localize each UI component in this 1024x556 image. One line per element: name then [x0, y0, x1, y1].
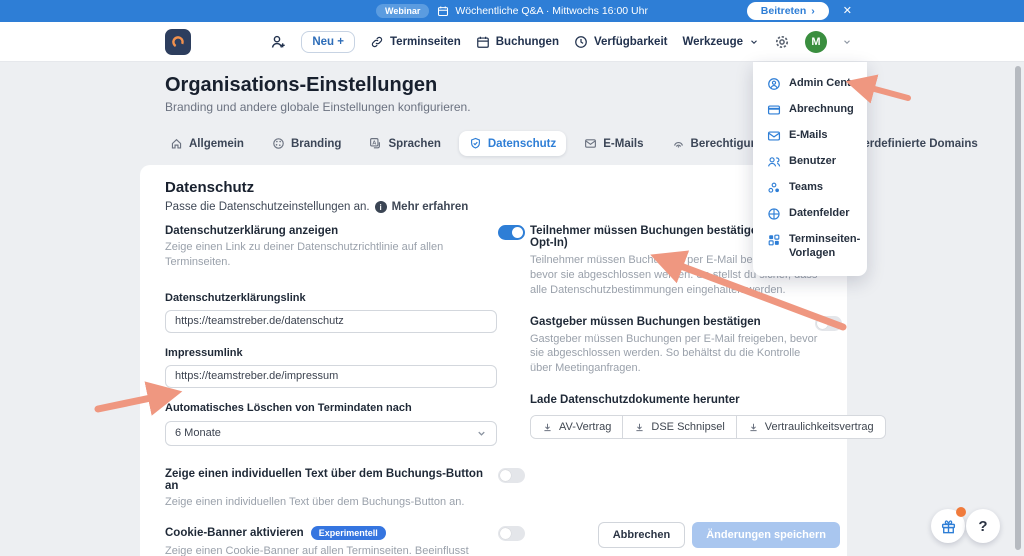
gift-icon [941, 519, 955, 533]
admin-icon [768, 78, 780, 90]
privacy-toggle[interactable] [498, 225, 525, 240]
save-changes-button[interactable]: Änderungen speichern [692, 522, 840, 548]
download-av-vertrag-button[interactable]: AV-Vertrag [531, 416, 624, 439]
link-icon [371, 36, 383, 48]
auto-delete-select[interactable]: 6 Monate [165, 420, 497, 446]
menu-item-admin-center[interactable]: Admin Center [753, 71, 867, 97]
webinar-title-text: Wöchentliche Q&A · Mittwochs 16:00 Uhr [455, 5, 648, 17]
tab-datenschutz[interactable]: Datenschutz [458, 131, 567, 156]
help-button[interactable]: ? [966, 509, 1000, 543]
credit-card-icon [767, 105, 781, 115]
calendar-icon [476, 36, 489, 48]
tab-sprachen[interactable]: A Sprachen [359, 131, 450, 156]
join-webinar-button[interactable]: Beitreten › [746, 2, 829, 20]
menu-item-benutzer[interactable]: Benutzer [753, 149, 867, 175]
section-title: Datenschutz [165, 179, 255, 196]
whats-new-button[interactable] [931, 507, 966, 543]
close-banner-icon[interactable]: ✕ [843, 2, 852, 20]
main-nav: Neu + Terminseiten Buchungen Verfügbarke… [0, 22, 1024, 62]
avatar[interactable]: M [805, 31, 827, 53]
download-icon [636, 423, 643, 431]
page-subtitle: Branding und andere globale Einstellunge… [165, 100, 471, 114]
chevron-down-icon [478, 431, 485, 436]
nav-item-buchungen[interactable]: Buchungen [476, 35, 559, 49]
card-footer: Abbrechen Änderungen speichern [597, 522, 840, 548]
app-logo[interactable] [165, 29, 191, 55]
datenschutz-card: Datenschutz Passe die Datenschutzeinstel… [140, 165, 886, 556]
chevron-down-icon [751, 40, 757, 45]
webinar-badge: Webinar [376, 4, 430, 18]
nav-item-werkzeuge[interactable]: Werkzeuge [682, 36, 759, 48]
teams-icon [768, 182, 779, 193]
webinar-title: Wöchentliche Q&A · Mittwochs 16:00 Uhr [437, 5, 648, 17]
download-dse-schnipsel-button[interactable]: DSE Schnipsel [623, 416, 737, 439]
chevron-down-icon[interactable] [842, 37, 852, 47]
privacy-toggle-desc: Zeige einen Link zu deiner Datenschutzri… [165, 241, 444, 268]
users-icon [768, 157, 781, 167]
host-confirm-label: Gastgeber müssen Buchungen bestätigen [530, 315, 761, 328]
new-button[interactable]: Neu + [301, 31, 355, 53]
cookie-banner-toggle[interactable] [498, 525, 525, 541]
templates-grid-icon [768, 234, 780, 246]
imprint-link-label: Impressumlink [165, 346, 243, 359]
fingerprint-icon [673, 142, 683, 148]
cookie-toggle-desc: Zeige einen Cookie-Banner auf allen Term… [165, 544, 469, 556]
page-title: Organisations-Einstellungen [165, 74, 438, 96]
custom-text-toggle-label: Zeige einen individuellen Text über dem … [165, 467, 483, 492]
section-subtitle: Passe die Datenschutzeinstellungen an. i… [165, 201, 469, 213]
documents-label: Lade Datenschutzdokumente herunter [530, 394, 740, 407]
shield-check-icon [470, 137, 480, 149]
calendar-icon [438, 6, 449, 17]
tab-allgemein[interactable]: Allgemein [160, 131, 254, 156]
envelope-icon [767, 131, 781, 141]
download-vertraulichkeitsvertrag-button[interactable]: Vertraulichkeitsvertrag [736, 416, 885, 439]
menu-item-terminseiten-vorlagen[interactable]: Terminseiten-Vorlagen [753, 227, 867, 267]
menu-item-emails[interactable]: E-Mails [753, 123, 867, 149]
auto-delete-label: Automatisches Löschen von Termindaten na… [165, 401, 412, 414]
envelope-icon [585, 139, 597, 148]
settings-dropdown-menu: Admin Center Abrechnung E-Mails Benutzer… [753, 62, 867, 276]
data-fields-icon [768, 208, 780, 220]
tab-branding[interactable]: Branding [262, 131, 351, 156]
privacy-link-input[interactable] [165, 309, 497, 333]
learn-more-link[interactable]: Mehr erfahren [392, 201, 469, 213]
download-icon [544, 423, 551, 431]
nav-item-verfuegbarkeit[interactable]: Verfügbarkeit [574, 35, 667, 49]
info-icon: i [374, 201, 387, 213]
cancel-button[interactable]: Abbrechen [597, 522, 686, 548]
custom-text-toggle-desc: Zeige einen individuellen Text über dem … [165, 495, 465, 508]
custom-text-toggle[interactable] [498, 467, 525, 483]
privacy-link-label: Datenschutzerklärungslink [165, 291, 306, 304]
cookie-toggle-label: Cookie-Banner aktivieren [165, 526, 304, 539]
webinar-banner: Webinar Wöchentliche Q&A · Mittwochs 16:… [0, 0, 1024, 22]
svg-text:A: A [373, 140, 377, 146]
privacy-toggle-label: Datenschutzerklärung anzeigen [165, 225, 339, 237]
download-icon [750, 423, 757, 431]
host-confirm-desc: Gastgeber müssen Buchungen per E-Mail fr… [530, 332, 818, 375]
download-button-group: AV-Vertrag DSE Schnipsel Vertraulichkeit… [530, 415, 886, 440]
add-person-icon[interactable] [270, 34, 286, 50]
gear-icon[interactable] [774, 34, 790, 50]
page-scrollbar[interactable] [1015, 66, 1021, 550]
tab-emails[interactable]: E-Mails [574, 131, 653, 156]
menu-item-abrechnung[interactable]: Abrechnung [753, 97, 867, 123]
imprint-link-input[interactable] [165, 364, 497, 388]
translate-icon: A [370, 138, 381, 149]
host-confirm-toggle[interactable] [815, 315, 842, 331]
clock-icon [575, 36, 587, 48]
experimental-badge: Experimentell [310, 525, 386, 540]
menu-item-teams[interactable]: Teams [753, 175, 867, 201]
notification-dot [956, 507, 966, 517]
home-icon [171, 138, 182, 149]
nav-item-terminseiten[interactable]: Terminseiten [370, 35, 461, 49]
left-column: Datenschutzerklärung anzeigen Zeige eine… [165, 225, 525, 556]
palette-icon [273, 138, 284, 149]
menu-item-datenfelder[interactable]: Datenfelder [753, 201, 867, 227]
